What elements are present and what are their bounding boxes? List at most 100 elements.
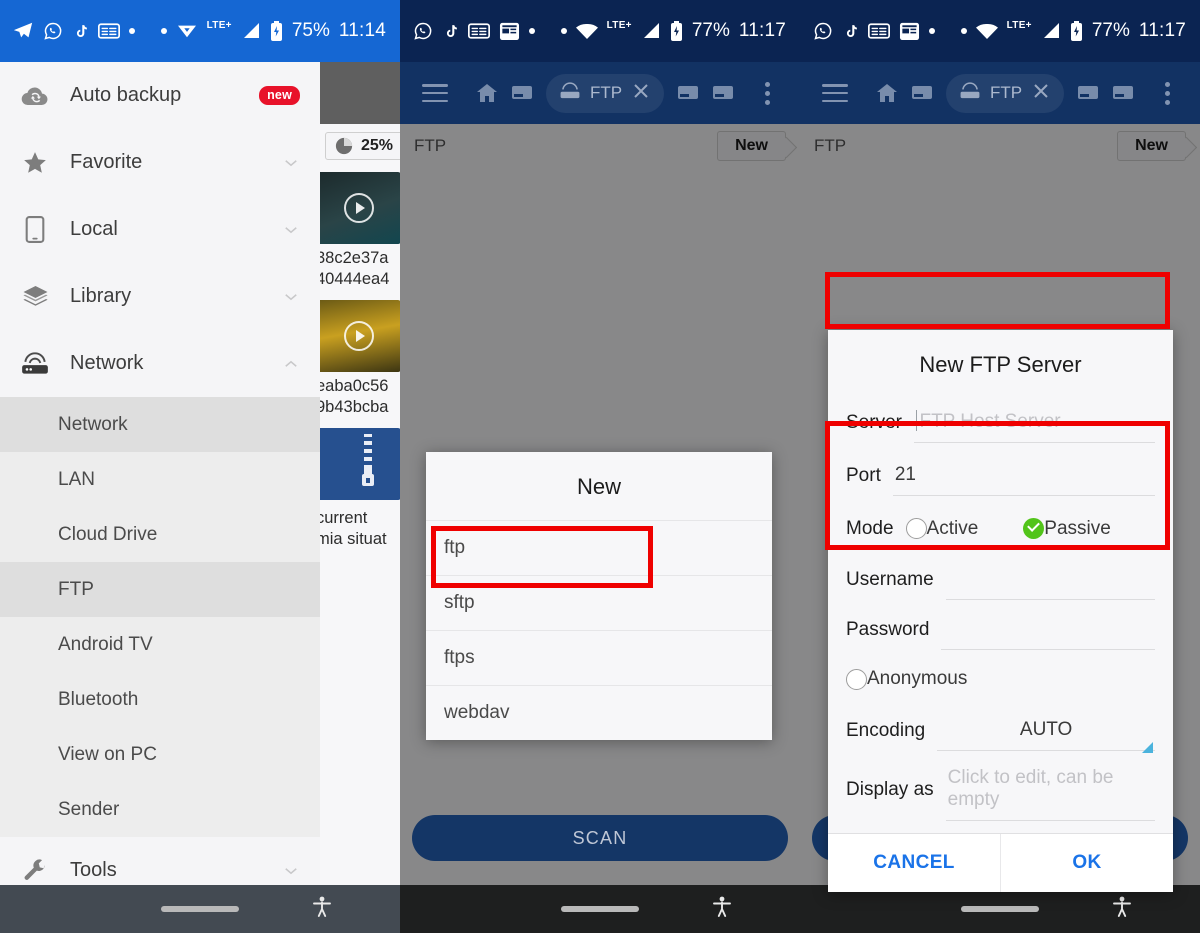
- tab-ftp[interactable]: FTP: [946, 73, 1065, 113]
- sidebar-item-auto-backup[interactable]: Auto backup new: [0, 62, 320, 129]
- sidebar-item-network-sub[interactable]: Network: [0, 397, 320, 452]
- sidebar-item-lan[interactable]: LAN: [0, 452, 320, 507]
- home-pill[interactable]: [961, 906, 1039, 912]
- display-as-input[interactable]: Click to edit, can be empty: [945, 759, 1155, 821]
- home-icon[interactable]: [476, 83, 498, 103]
- encoding-row[interactable]: Encoding AUTO: [828, 703, 1173, 759]
- mode-active-option[interactable]: Active: [905, 518, 978, 540]
- dropdown-triangle-icon: [1142, 721, 1153, 753]
- chevron-up-icon[interactable]: [282, 355, 300, 373]
- file-thumbnail[interactable]: [320, 172, 400, 244]
- mode-passive-option[interactable]: Passive: [1023, 518, 1111, 540]
- sidebar-item-tools[interactable]: Tools: [0, 837, 320, 885]
- file-thumbnail[interactable]: [320, 300, 400, 372]
- chevron-down-icon[interactable]: [282, 288, 300, 306]
- home-pill[interactable]: [561, 906, 639, 912]
- sidebar-item-library[interactable]: Library: [0, 263, 320, 330]
- kebab-icon[interactable]: [754, 81, 780, 105]
- sidebar-item-label: Favorite: [70, 151, 143, 173]
- sidebar-item-label: Android TV: [58, 633, 153, 655]
- password-label: Password: [846, 619, 930, 640]
- chevron-down-icon[interactable]: [282, 221, 300, 239]
- file-caption: 38c2e37a 40444ea4: [320, 249, 390, 288]
- sidebar-item-label: Local: [70, 218, 118, 240]
- app-bar: FTP: [400, 62, 800, 124]
- text-caret: [915, 410, 918, 431]
- sidebar-item-android-tv[interactable]: Android TV: [0, 617, 320, 672]
- tab-ftp[interactable]: FTP: [546, 73, 665, 113]
- whatsapp-icon: [43, 21, 63, 41]
- router-icon: [959, 81, 981, 105]
- sidebar-item-favorite[interactable]: Favorite: [0, 129, 320, 196]
- anonymous-checkbox[interactable]: [846, 668, 867, 690]
- dialog-title: New FTP Server: [919, 352, 1082, 377]
- tab-icon[interactable]: [677, 84, 699, 102]
- hamburger-icon[interactable]: [422, 84, 448, 102]
- sidebar-item-label: Sender: [58, 798, 120, 820]
- option-ftps[interactable]: ftps: [426, 630, 772, 685]
- sidebar-item-cloud-drive[interactable]: Cloud Drive: [0, 507, 320, 562]
- clock: 11:14: [338, 20, 386, 41]
- tiktok-icon: [842, 22, 859, 41]
- sidebar-item-network[interactable]: Network: [0, 330, 320, 397]
- dot-icon: [560, 28, 567, 34]
- ok-button[interactable]: OK: [1001, 834, 1173, 892]
- tab-icon[interactable]: [1077, 84, 1099, 102]
- clock: 11:17: [738, 20, 786, 41]
- option-webdav[interactable]: webdav: [426, 685, 772, 740]
- close-icon[interactable]: [1031, 81, 1051, 106]
- password-input[interactable]: [941, 610, 1155, 650]
- battery-percent: 77%: [691, 20, 730, 41]
- home-pill[interactable]: [161, 906, 239, 912]
- new-type-dialog: New ftp sftp ftps webdav: [426, 452, 772, 740]
- kebab-icon[interactable]: [1154, 81, 1180, 105]
- username-row: Username: [828, 555, 1173, 605]
- option-ftp[interactable]: ftp: [426, 520, 772, 575]
- username-input[interactable]: [945, 560, 1155, 600]
- cloud-sync-icon: [20, 85, 50, 107]
- server-input[interactable]: FTP Host Server: [913, 402, 1155, 443]
- sidebar-item-ftp[interactable]: FTP: [0, 562, 320, 617]
- mode-passive-label: Passive: [1044, 517, 1111, 539]
- encoding-label: Encoding: [846, 720, 926, 741]
- layers-icon: [20, 285, 50, 309]
- accessibility-icon[interactable]: [712, 896, 732, 923]
- sidebar-item-sender[interactable]: Sender: [0, 782, 320, 837]
- navigation-drawer: Auto backup new Favorite Local Library N…: [0, 62, 320, 885]
- cancel-button[interactable]: CANCEL: [828, 834, 1001, 892]
- hamburger-icon[interactable]: [822, 84, 848, 102]
- tab-strip: FTP: [476, 73, 754, 113]
- close-icon[interactable]: [631, 81, 651, 106]
- dialog-title: New: [576, 474, 621, 499]
- chevron-down-icon[interactable]: [282, 862, 300, 880]
- tab-icon[interactable]: [712, 84, 734, 102]
- port-input[interactable]: 21: [892, 456, 1155, 496]
- sidebar-item-bluetooth[interactable]: Bluetooth: [0, 672, 320, 727]
- accessibility-icon[interactable]: [312, 896, 332, 923]
- password-row: Password: [828, 605, 1173, 655]
- chevron-down-icon[interactable]: [282, 154, 300, 172]
- dot-icon: [160, 28, 167, 34]
- news-icon: [467, 23, 490, 39]
- dialog-actions: CANCEL OK: [828, 833, 1173, 892]
- tab-icon[interactable]: [511, 84, 533, 102]
- sidebar-item-label: LAN: [58, 468, 95, 490]
- tab-icon[interactable]: [1112, 84, 1134, 102]
- battery-percent: 77%: [1091, 20, 1130, 41]
- storage-usage-value: 25%: [361, 137, 394, 154]
- option-sftp[interactable]: sftp: [426, 575, 772, 630]
- sidebar-item-view-on-pc[interactable]: View on PC: [0, 727, 320, 782]
- battery-percent: 75%: [291, 20, 330, 41]
- mode-label: Mode: [846, 517, 894, 539]
- anonymous-row[interactable]: Anonymous: [828, 655, 1173, 703]
- tab-icon[interactable]: [911, 84, 933, 102]
- username-label: Username: [846, 569, 934, 590]
- status-bar: LTE+ 77% 11:17: [400, 0, 800, 62]
- scan-button[interactable]: SCAN: [412, 815, 788, 861]
- file-thumbnail[interactable]: [320, 428, 400, 500]
- content-area: FTP New SCAN New ftp sftp ftps webdav: [400, 124, 800, 933]
- sidebar-item-local[interactable]: Local: [0, 196, 320, 263]
- encoding-select[interactable]: AUTO: [937, 711, 1155, 753]
- home-icon[interactable]: [876, 83, 898, 103]
- accessibility-icon[interactable]: [1112, 896, 1132, 923]
